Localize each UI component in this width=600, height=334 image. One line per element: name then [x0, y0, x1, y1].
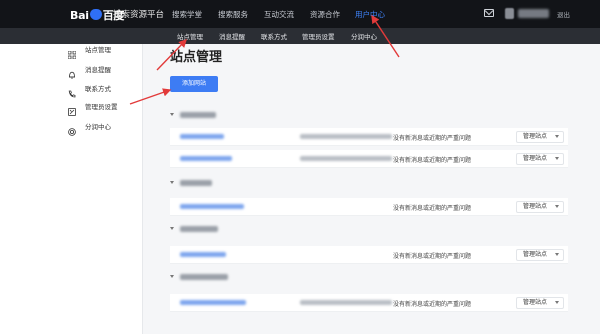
annotation-arrows — [129, 14, 400, 105]
arrow-to-add-site — [129, 88, 172, 105]
arrow-to-site-management — [156, 38, 187, 71]
arrow-to-user-center — [371, 14, 400, 58]
